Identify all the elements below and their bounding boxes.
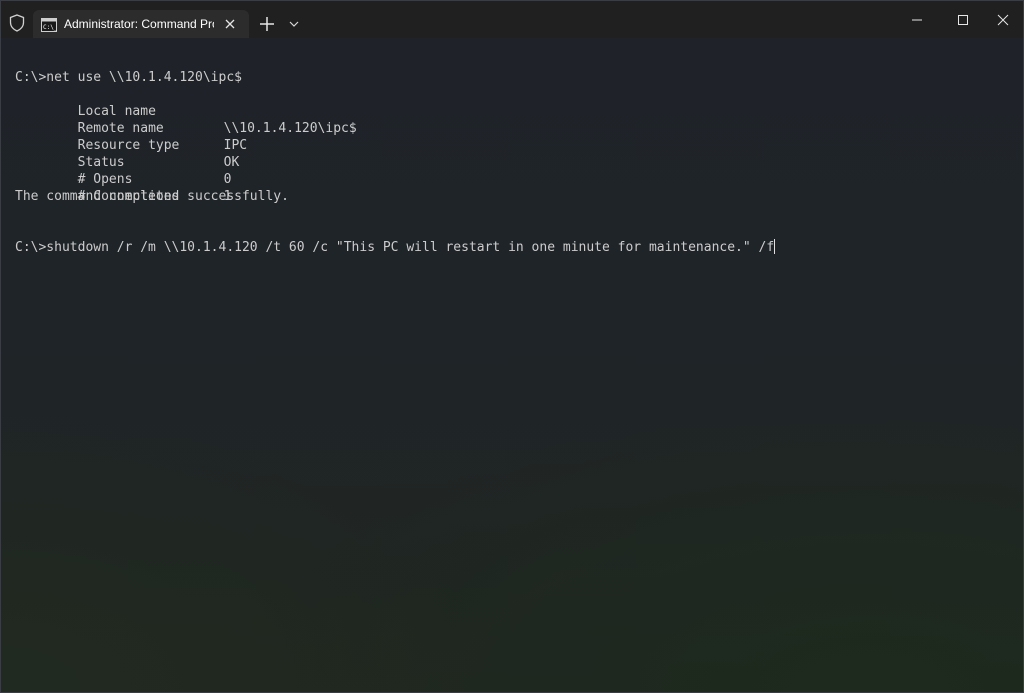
close-tab-icon[interactable] [222, 16, 238, 32]
tab-command-prompt[interactable]: C:\_ Administrator: Command Prompt [33, 10, 249, 38]
minimize-button[interactable] [894, 7, 940, 33]
field-value: 0 [223, 172, 232, 187]
field-label: # Opens [77, 172, 133, 187]
svg-text:C:\_: C:\_ [43, 24, 57, 31]
new-tab-button[interactable] [256, 14, 278, 34]
field-value: OK [223, 155, 240, 170]
close-window-button[interactable] [980, 7, 1023, 33]
command-line-shutdown: C:\>shutdown /r /m \\10.1.4.120 /t 60 /c… [15, 239, 1015, 256]
field-label: Local name [77, 104, 156, 119]
shutdown-command-text: C:\>shutdown /r /m \\10.1.4.120 /t 60 /c… [15, 240, 775, 255]
field-label: Resource type [77, 138, 180, 153]
field-label: Remote name [77, 121, 164, 136]
command-line-net-use: C:\>net use \\10.1.4.120\ipc$ [15, 70, 242, 85]
terminal-content[interactable]: C:\>net use \\10.1.4.120\ipc$ Local name… [1, 38, 1023, 692]
terminal-window: C:\_ Administrator: Command Prompt [0, 0, 1024, 693]
field-label: Status [77, 155, 125, 170]
close-icon [997, 14, 1009, 26]
field-value: \\10.1.4.120\ipc$ [223, 121, 357, 136]
result-message: The command completed successfully. [15, 189, 289, 204]
field-value: IPC [223, 138, 248, 153]
title-bar: C:\_ Administrator: Command Prompt [1, 1, 1023, 38]
minimize-icon [912, 19, 922, 21]
command-prompt-icon: C:\_ [41, 17, 58, 32]
tab-title: Administrator: Command Prompt [64, 17, 214, 31]
text-cursor [774, 239, 776, 254]
output-row-local-name: Local name [15, 86, 1015, 119]
tab-dropdown-button[interactable] [287, 16, 301, 30]
maximize-icon [958, 15, 968, 25]
shield-icon [9, 14, 25, 32]
terminal-output: C:\>net use \\10.1.4.120\ipc$ Local name… [15, 69, 1015, 256]
